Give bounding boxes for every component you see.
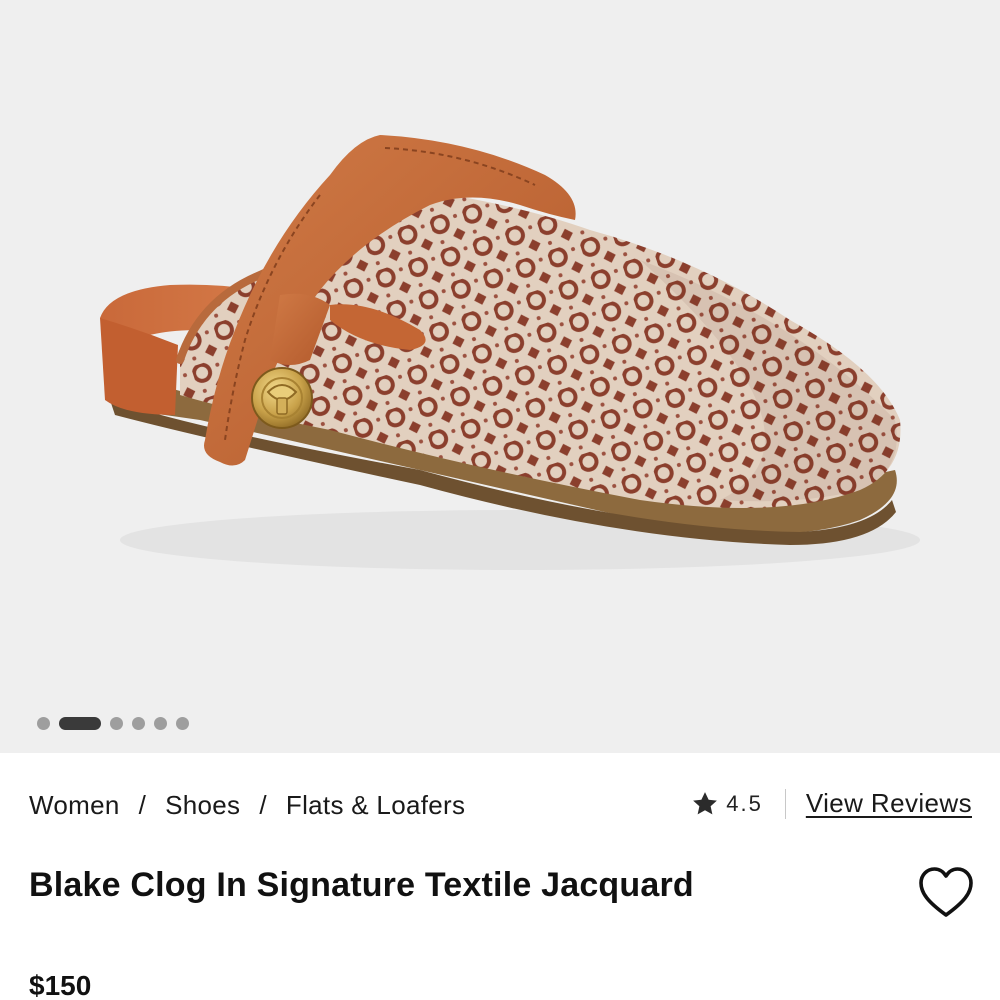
product-rating: 4.5 View Reviews — [690, 788, 972, 819]
product-page: Women / Shoes / Flats & Loafers 4.5 View… — [0, 0, 1000, 1000]
heart-outline-icon[interactable] — [918, 866, 974, 920]
view-reviews-link[interactable]: View Reviews — [806, 788, 972, 819]
product-image[interactable] — [0, 0, 1000, 753]
gallery-dot[interactable] — [132, 716, 145, 730]
gallery-dot[interactable] — [176, 716, 189, 730]
product-price: $150 — [29, 970, 92, 1000]
product-gallery[interactable] — [0, 0, 1000, 753]
gallery-pagination — [37, 716, 189, 730]
rating-divider — [784, 788, 786, 819]
gallery-dot[interactable] — [154, 716, 167, 730]
breadcrumb-separator: / — [138, 790, 147, 820]
breadcrumb-flats-loafers[interactable]: Flats & Loafers — [286, 790, 465, 821]
breadcrumb: Women / Shoes / Flats & Loafers — [29, 790, 465, 821]
gallery-dot[interactable] — [110, 716, 123, 730]
product-title: Blake Clog In Signature Textile Jacquard — [29, 866, 694, 904]
breadcrumb-shoes[interactable]: Shoes — [165, 790, 240, 821]
rating-value: 4.5 — [726, 790, 763, 816]
breadcrumb-separator: / — [259, 790, 267, 820]
breadcrumb-women[interactable]: Women — [29, 790, 120, 821]
gallery-dot-active[interactable] — [59, 716, 101, 730]
star-icon — [693, 791, 718, 814]
gallery-dot[interactable] — [37, 716, 50, 730]
